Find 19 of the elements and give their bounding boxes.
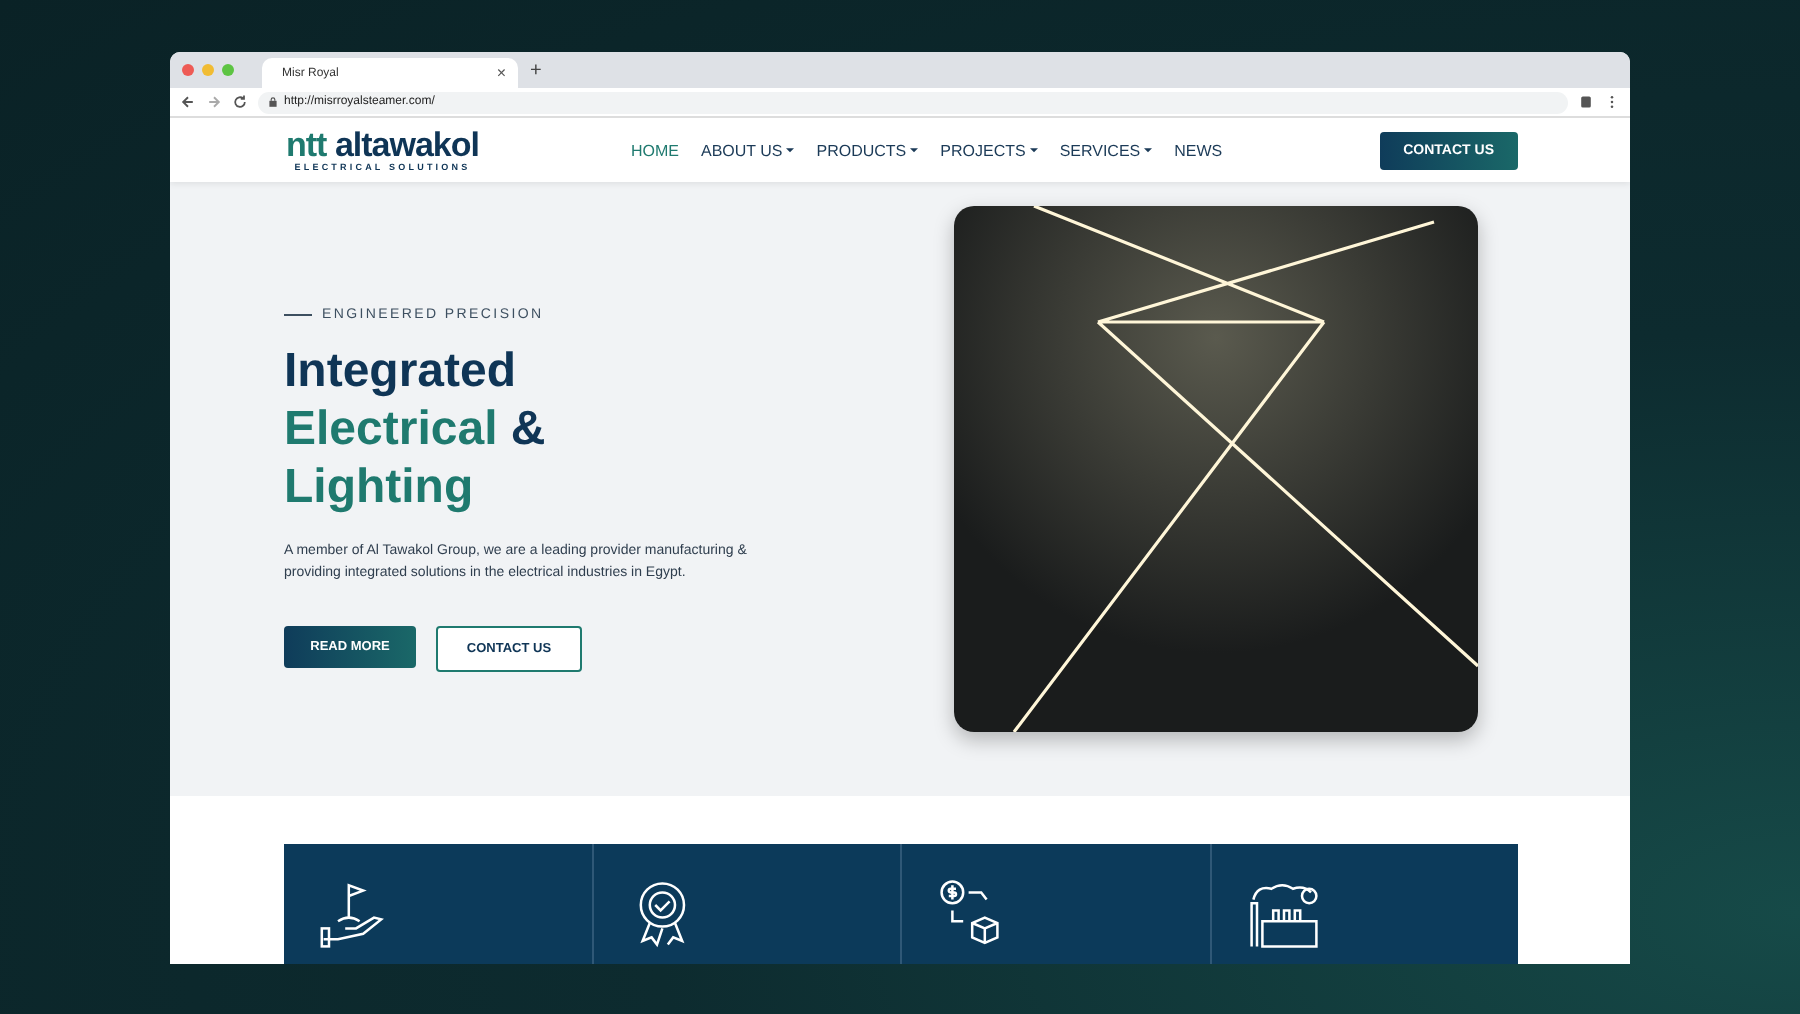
reload-icon[interactable] [232, 94, 248, 110]
close-window-icon[interactable] [182, 64, 194, 76]
tab-close-button[interactable]: × [496, 64, 506, 82]
factory-icon [1247, 878, 1319, 950]
nav-link[interactable]: PRODUCTS [816, 141, 919, 159]
nav-link[interactable]: SERVICES [1059, 141, 1153, 159]
hero-heading: Integrated Electrical & Lighting [284, 341, 548, 515]
caret-icon [786, 147, 795, 153]
lock-icon [268, 96, 278, 108]
caret-icon [1144, 147, 1153, 153]
back-icon[interactable] [180, 94, 196, 110]
new-tab-button[interactable]: + [530, 59, 542, 81]
caret-icon [910, 147, 919, 153]
nav-link[interactable]: ABOUT US [701, 141, 795, 159]
nav-link[interactable]: NEWS [1174, 141, 1223, 159]
caret-icon [1029, 147, 1038, 153]
profile-icon[interactable] [1578, 94, 1594, 110]
nav-link[interactable]: HOME [631, 141, 679, 159]
nav-link[interactable]: PROJECTS [940, 141, 1038, 159]
